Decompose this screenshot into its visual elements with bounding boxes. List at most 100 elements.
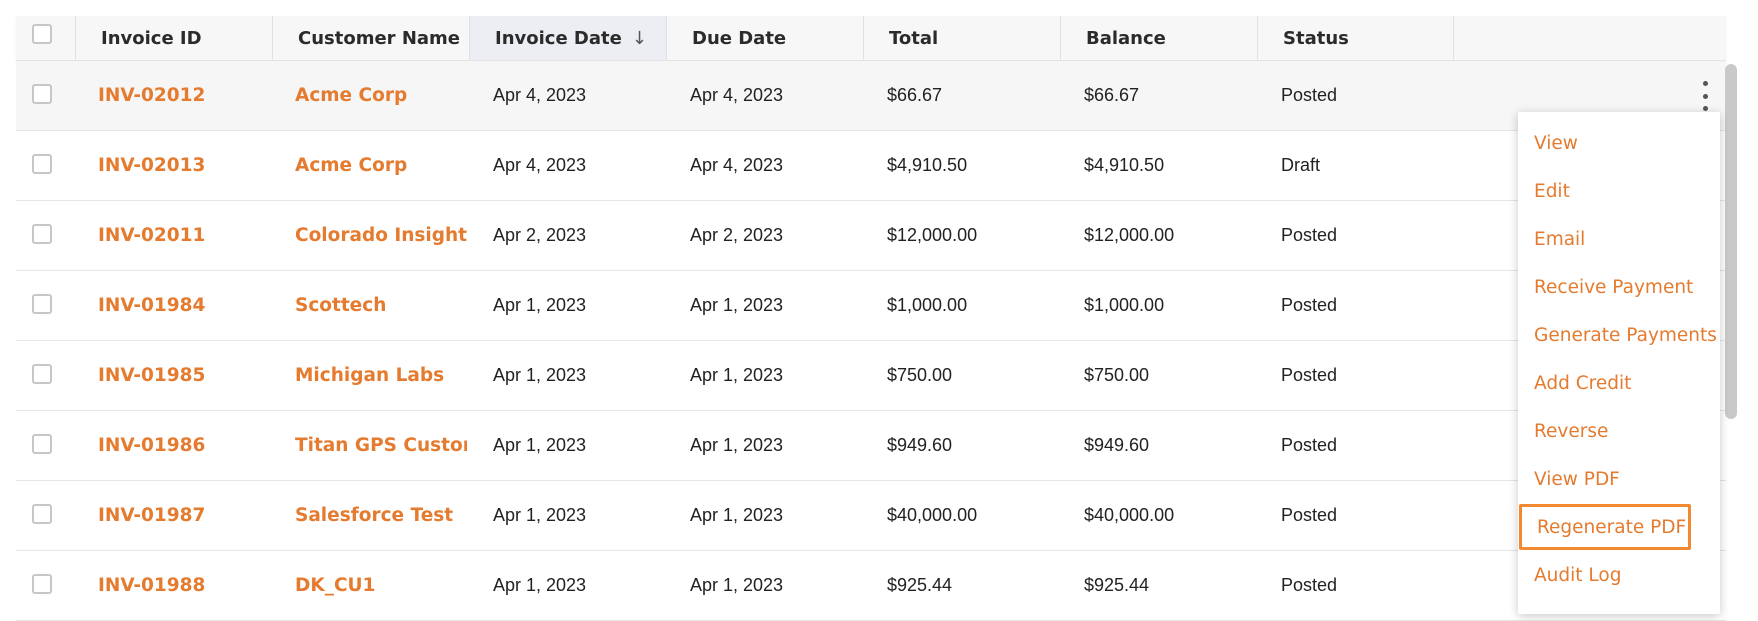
- balance: $925.44: [1084, 575, 1150, 595]
- balance: $750.00: [1084, 365, 1150, 385]
- total: $66.67: [887, 85, 943, 105]
- due-date: Apr 2, 2023: [690, 225, 784, 245]
- balance: $4,910.50: [1084, 155, 1165, 175]
- due-date: Apr 1, 2023: [690, 435, 784, 455]
- table-row[interactable]: INV-01985 Michigan Labs Apr 1, 2023 Apr …: [16, 341, 1726, 411]
- total: $40,000.00: [887, 505, 978, 525]
- status: Posted: [1281, 505, 1338, 525]
- status: Draft: [1281, 155, 1321, 175]
- due-date: Apr 1, 2023: [690, 295, 784, 315]
- invoice-id-link[interactable]: INV-01985: [98, 341, 205, 410]
- table-row[interactable]: INV-01987 Salesforce Test Apr 1, 2023 Ap…: [16, 481, 1726, 551]
- column-header-label: Balance: [1086, 27, 1166, 49]
- due-date: Apr 4, 2023: [690, 85, 784, 105]
- balance: $949.60: [1084, 435, 1150, 455]
- invoice-id-link[interactable]: INV-02011: [98, 201, 205, 270]
- due-date: Apr 1, 2023: [690, 365, 784, 385]
- customer-name-link[interactable]: Salesforce Test: [295, 481, 467, 550]
- menu-item-email[interactable]: Email: [1534, 219, 1585, 259]
- column-header-label: Customer Name: [298, 27, 460, 49]
- customer-name-link[interactable]: Scottech: [295, 271, 467, 340]
- column-header-due-date[interactable]: Due Date: [667, 16, 864, 60]
- column-header-invoice-id[interactable]: Invoice ID: [76, 16, 273, 60]
- invoice-id-link[interactable]: INV-02013: [98, 131, 205, 200]
- invoice-date: Apr 1, 2023: [493, 365, 587, 385]
- balance: $1,000.00: [1084, 295, 1165, 315]
- status: Posted: [1281, 295, 1338, 315]
- column-header-label: Invoice Date: [495, 27, 622, 49]
- invoice-id-link[interactable]: INV-02012: [98, 61, 205, 130]
- table-row[interactable]: INV-02011 Colorado Insights Apr 2, 2023 …: [16, 201, 1726, 271]
- row-checkbox[interactable]: [32, 224, 52, 244]
- column-header-label: Total: [889, 27, 939, 49]
- balance: $40,000.00: [1084, 505, 1175, 525]
- column-header-total[interactable]: Total: [864, 16, 1061, 60]
- menu-item-generate-payments[interactable]: Generate Payments: [1534, 315, 1717, 355]
- row-checkbox[interactable]: [32, 294, 52, 314]
- customer-name-link[interactable]: Michigan Labs: [295, 341, 467, 410]
- invoice-date: Apr 1, 2023: [493, 575, 587, 595]
- total: $750.00: [887, 365, 953, 385]
- balance: $12,000.00: [1084, 225, 1175, 245]
- menu-item-audit-log[interactable]: Audit Log: [1534, 555, 1621, 595]
- customer-name-link[interactable]: Titan GPS Customer X: [295, 411, 467, 480]
- total: $12,000.00: [887, 225, 978, 245]
- status: Posted: [1281, 435, 1338, 455]
- column-header-label: Due Date: [692, 27, 787, 49]
- table-row[interactable]: INV-01988 DK_CU1 Apr 1, 2023 Apr 1, 2023…: [16, 551, 1726, 621]
- status: Posted: [1281, 575, 1338, 595]
- menu-item-view-pdf[interactable]: View PDF: [1534, 459, 1620, 499]
- row-checkbox[interactable]: [32, 364, 52, 384]
- vertical-scrollbar[interactable]: [1722, 60, 1740, 614]
- column-header-status[interactable]: Status: [1258, 16, 1454, 60]
- menu-item-add-credit[interactable]: Add Credit: [1534, 363, 1631, 403]
- menu-item-view[interactable]: View: [1534, 123, 1578, 163]
- customer-name-link[interactable]: Colorado Insights: [295, 201, 467, 270]
- invoice-date: Apr 1, 2023: [493, 505, 587, 525]
- scrollbar-thumb[interactable]: [1725, 64, 1737, 419]
- row-checkbox[interactable]: [32, 434, 52, 454]
- table-row[interactable]: INV-02012 Acme Corp Apr 4, 2023 Apr 4, 2…: [16, 61, 1726, 131]
- total: $4,910.50: [887, 155, 968, 175]
- invoice-id-link[interactable]: INV-01988: [98, 551, 205, 620]
- row-checkbox[interactable]: [32, 574, 52, 594]
- menu-item-reverse[interactable]: Reverse: [1534, 411, 1608, 451]
- column-header-invoice-date[interactable]: Invoice Date ↓: [470, 16, 667, 60]
- total: $1,000.00: [887, 295, 968, 315]
- table-row[interactable]: INV-01984 Scottech Apr 1, 2023 Apr 1, 20…: [16, 271, 1726, 341]
- arrow-down-icon[interactable]: ↓: [632, 28, 647, 49]
- row-checkbox[interactable]: [32, 84, 52, 104]
- invoice-id-link[interactable]: INV-01987: [98, 481, 205, 550]
- status: Posted: [1281, 365, 1338, 385]
- table-header: Invoice ID Customer Name Invoice Date ↓ …: [16, 16, 1726, 61]
- row-checkbox[interactable]: [32, 154, 52, 174]
- status: Posted: [1281, 85, 1338, 105]
- total: $925.44: [887, 575, 953, 595]
- column-header-balance[interactable]: Balance: [1061, 16, 1258, 60]
- menu-item-edit[interactable]: Edit: [1534, 171, 1570, 211]
- more-vertical-icon[interactable]: [1693, 81, 1717, 111]
- invoice-id-link[interactable]: INV-01984: [98, 271, 205, 340]
- column-header-label: Status: [1283, 27, 1349, 49]
- invoice-date: Apr 4, 2023: [493, 85, 587, 105]
- invoice-table: Invoice ID Customer Name Invoice Date ↓ …: [16, 16, 1726, 621]
- customer-name-link[interactable]: Acme Corp: [295, 61, 467, 130]
- column-header-label: Invoice ID: [101, 27, 202, 49]
- row-actions-menu: View Edit Email Receive Payment Generate…: [1518, 112, 1720, 614]
- select-all-checkbox[interactable]: [32, 24, 52, 44]
- customer-name-link[interactable]: DK_CU1: [295, 551, 467, 620]
- menu-item-receive-payment[interactable]: Receive Payment: [1534, 267, 1693, 307]
- table-row[interactable]: INV-01986 Titan GPS Customer X Apr 1, 20…: [16, 411, 1726, 481]
- row-checkbox[interactable]: [32, 504, 52, 524]
- due-date: Apr 1, 2023: [690, 575, 784, 595]
- balance: $66.67: [1084, 85, 1140, 105]
- due-date: Apr 4, 2023: [690, 155, 784, 175]
- invoice-id-link[interactable]: INV-01986: [98, 411, 205, 480]
- status: Posted: [1281, 225, 1338, 245]
- menu-item-regenerate-pdf[interactable]: Regenerate PDF: [1519, 504, 1691, 550]
- table-row[interactable]: INV-02013 Acme Corp Apr 4, 2023 Apr 4, 2…: [16, 131, 1726, 201]
- column-header-customer-name[interactable]: Customer Name: [273, 16, 470, 60]
- invoice-date: Apr 2, 2023: [493, 225, 587, 245]
- invoice-date: Apr 4, 2023: [493, 155, 587, 175]
- customer-name-link[interactable]: Acme Corp: [295, 131, 467, 200]
